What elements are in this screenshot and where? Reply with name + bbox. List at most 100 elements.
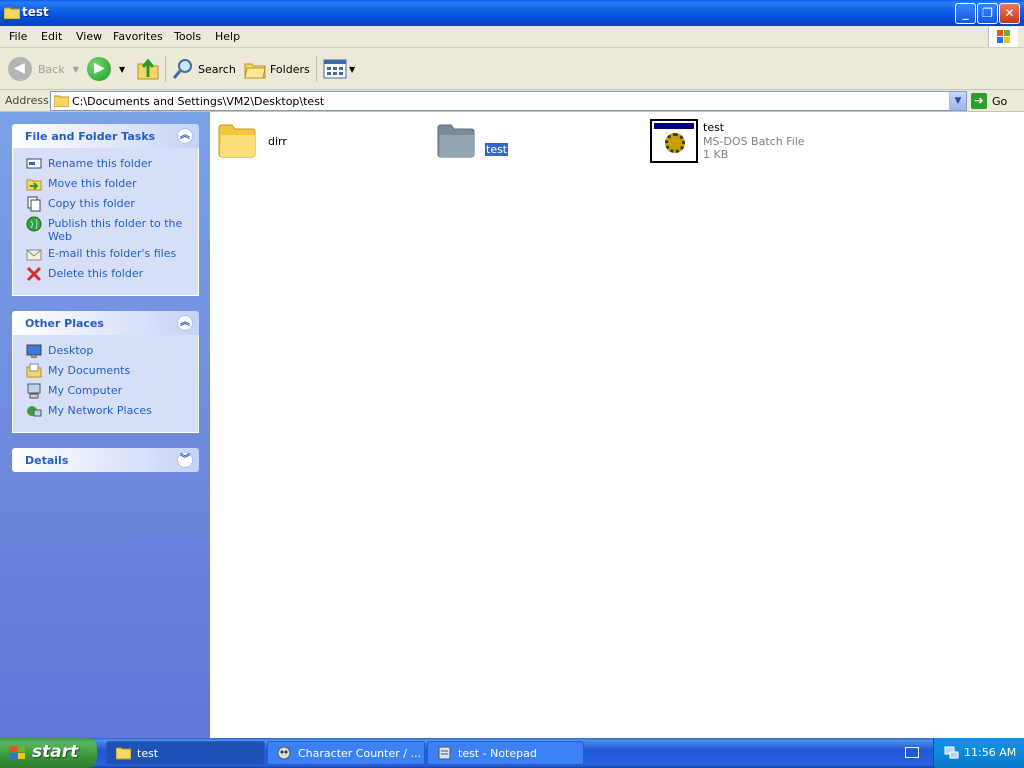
clock[interactable]: 11:56 AM [964, 746, 1016, 759]
folder-icon [116, 747, 131, 760]
keyboard-icon[interactable] [905, 747, 919, 758]
network-tray-icon[interactable] [944, 745, 959, 760]
collapse-icon[interactable]: ︽ [177, 128, 193, 144]
address-input[interactable]: C:\Documents and Settings\VM2\Desktop\te… [50, 91, 967, 111]
go-label: Go [992, 94, 1008, 108]
desktop-icon [26, 344, 42, 358]
my-computer-icon [27, 383, 41, 399]
close-button[interactable]: ✕ [999, 3, 1020, 24]
title-bar[interactable]: test _ ❐ ✕ [0, 0, 1024, 26]
toolbar-separator [316, 56, 317, 82]
menu-favorites[interactable]: Favorites [113, 30, 163, 43]
task-copy-folder[interactable]: Copy this folder [13, 194, 198, 214]
folders-button[interactable]: Folders [243, 56, 310, 82]
delete-icon [26, 266, 42, 282]
folder-icon [54, 95, 69, 107]
windows-logo-icon [988, 27, 1018, 47]
start-button[interactable]: start [0, 738, 97, 768]
taskbar: start test Character Counter / ... test … [0, 738, 1024, 768]
menu-bar: File Edit View Favorites Tools Help [0, 26, 1024, 48]
restore-button[interactable]: ❐ [977, 3, 998, 24]
task-move-folder[interactable]: Move this folder [13, 174, 198, 194]
chevron-down-icon: ▼ [954, 96, 962, 106]
menu-tools[interactable]: Tools [174, 30, 201, 43]
panel-title: File and Folder Tasks [25, 130, 156, 143]
taskbar-item-notepad[interactable]: test - Notepad [427, 741, 584, 765]
file-type: MS-DOS Batch File [703, 135, 805, 148]
folder-name-selected: test [485, 143, 509, 156]
task-email-files[interactable]: E-mail this folder's files [13, 244, 198, 264]
folders-icon [244, 63, 266, 79]
file-folder-tasks-panel: File and Folder Tasks ︽ Rename this fold… [12, 124, 199, 296]
back-button[interactable]: ◀ Back ▼ [8, 56, 79, 82]
file-view[interactable]: dirr test test MS-DOS Batch File 1 KB [210, 112, 1024, 738]
go-button[interactable]: ➔ Go [971, 92, 1007, 110]
toolbar-separator [165, 56, 166, 82]
back-dropdown-icon[interactable]: ▼ [73, 65, 79, 74]
forward-dropdown-icon[interactable]: ▼ [119, 65, 125, 74]
search-icon [172, 59, 192, 79]
forward-button[interactable]: ▶ ▼ [87, 56, 125, 82]
task-publish-web[interactable]: Publish this folder to the Web [13, 214, 198, 244]
menu-help[interactable]: Help [215, 30, 240, 43]
search-button[interactable]: Search [171, 56, 236, 82]
task-delete-folder[interactable]: Delete this folder [13, 264, 198, 284]
task-pane: File and Folder Tasks ︽ Rename this fold… [0, 112, 210, 738]
notepad-icon [438, 746, 451, 760]
system-tray: 11:56 AM [933, 738, 1024, 768]
close-icon: ✕ [1004, 6, 1015, 20]
folder-item-test[interactable]: test [437, 122, 557, 162]
go-arrow-icon: ➔ [971, 93, 987, 109]
place-my-computer[interactable]: My Computer [13, 381, 198, 401]
place-my-documents[interactable]: My Documents [13, 361, 198, 381]
place-my-network-places[interactable]: My Network Places [13, 401, 198, 421]
minimize-button[interactable]: _ [955, 3, 976, 24]
other-places-header[interactable]: Other Places ︽ [12, 311, 199, 335]
up-folder-icon [137, 58, 159, 80]
browser-icon [277, 746, 291, 760]
back-arrow-icon: ◀ [8, 57, 32, 81]
folders-label: Folders [270, 62, 310, 76]
other-places-panel: Other Places ︽ Desktop My Documents My C… [12, 311, 199, 433]
batch-file-icon [650, 119, 698, 163]
start-label: start [32, 742, 79, 762]
minimize-icon: _ [962, 6, 969, 20]
windows-flag-icon [10, 746, 25, 759]
file-folder-tasks-header[interactable]: File and Folder Tasks ︽ [12, 124, 199, 148]
views-button[interactable]: ▼ [323, 56, 355, 82]
details-header[interactable]: Details ︾ [12, 448, 199, 472]
search-label: Search [198, 62, 236, 76]
expand-icon[interactable]: ︾ [177, 452, 193, 468]
taskbar-item-explorer[interactable]: test [106, 741, 265, 765]
address-dropdown-button[interactable]: ▼ [949, 92, 966, 110]
up-folder-button[interactable] [136, 56, 160, 82]
folder-item-dirr[interactable]: dirr [218, 122, 338, 162]
views-icon [323, 59, 347, 79]
file-size: 1 KB [703, 148, 729, 161]
address-value: C:\Documents and Settings\VM2\Desktop\te… [72, 95, 325, 108]
restore-icon: ❐ [982, 6, 993, 20]
panel-title: Other Places [25, 317, 104, 330]
task-rename-folder[interactable]: Rename this folder [13, 154, 198, 174]
network-icon [27, 406, 42, 417]
my-documents-icon [26, 363, 42, 378]
menu-view[interactable]: View [76, 30, 102, 43]
folder-name: dirr [268, 135, 287, 148]
email-icon [26, 249, 42, 261]
toolbar: ◀ Back ▼ ▶ ▼ Search Folders ▼ [0, 48, 1024, 90]
folder-icon [218, 124, 256, 158]
folder-icon [4, 7, 20, 19]
back-label: Back [38, 62, 65, 76]
forward-arrow-icon: ▶ [87, 57, 111, 81]
menu-file[interactable]: File [9, 30, 27, 43]
place-desktop[interactable]: Desktop [13, 341, 198, 361]
window-title: test [22, 5, 49, 19]
taskbar-item-character-counter[interactable]: Character Counter / ... [267, 741, 425, 765]
views-dropdown-icon[interactable]: ▼ [349, 65, 355, 74]
globe-icon [26, 216, 42, 232]
menu-edit[interactable]: Edit [41, 30, 62, 43]
file-name: test [703, 121, 725, 134]
move-folder-icon [26, 179, 42, 191]
collapse-icon[interactable]: ︽ [177, 315, 193, 331]
batch-file-item-test[interactable]: test MS-DOS Batch File 1 KB [650, 118, 850, 168]
